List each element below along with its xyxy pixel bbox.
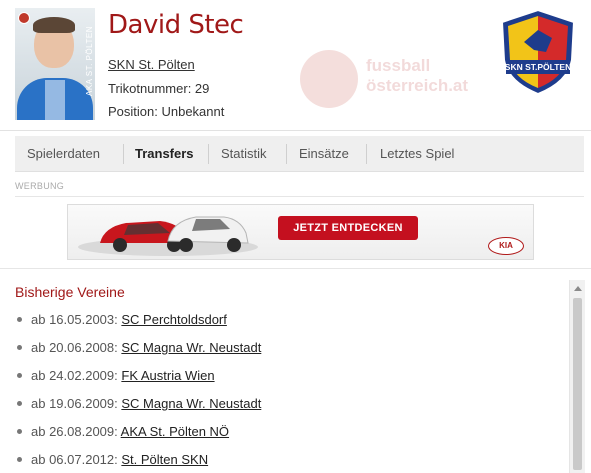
transfer-date: ab 26.08.2009: (31, 424, 118, 439)
player-photo: AKA ST. PÖLTEN (15, 8, 95, 120)
transfer-club-link[interactable]: FK Austria Wien (121, 368, 214, 383)
scroll-up-icon[interactable] (574, 286, 582, 291)
section-title-bisherige-vereine: Bisherige Vereine (15, 284, 125, 300)
list-item: ab 20.06.2008: SC Magna Wr. Neustadt (17, 340, 261, 368)
transfer-date: ab 19.06.2009: (31, 396, 118, 411)
tab-einsaetze[interactable]: Einsätze (287, 136, 361, 172)
list-item: ab 19.06.2009: SC Magna Wr. Neustadt (17, 396, 261, 424)
bullet-icon (17, 401, 22, 407)
ad-label: WERBUNG (15, 181, 65, 191)
crest-text: SKN ST.PÖLTEN (505, 62, 571, 72)
list-item: ab 26.08.2009: AKA St. Pölten NÖ (17, 424, 261, 452)
tab-spielerdaten[interactable]: Spielerdaten (15, 136, 112, 172)
list-item: ab 24.02.2009: FK Austria Wien (17, 368, 261, 396)
transfer-club-link[interactable]: AKA St. Pölten NÖ (121, 424, 229, 439)
ad-banner[interactable]: JETZT ENTDECKEN KIA (67, 204, 534, 260)
tab-statistik[interactable]: Statistik (209, 136, 279, 172)
list-item: ab 16.05.2003: SC Perchtoldsdorf (17, 312, 261, 340)
tab-letztes-spiel[interactable]: Letztes Spiel (368, 136, 466, 172)
scrollbar-thumb[interactable] (573, 298, 582, 470)
club-badge-icon (18, 12, 30, 24)
site-watermark-logo: fussball österreich.at (300, 50, 530, 110)
divider (0, 268, 591, 269)
bullet-icon (17, 317, 22, 323)
club-crest-icon: SKN ST.PÖLTEN (500, 8, 576, 96)
transfer-date: ab 06.07.2012: (31, 452, 118, 467)
scrollbar[interactable] (569, 280, 585, 473)
bullet-icon (17, 345, 22, 351)
photo-caption: AKA ST. PÖLTEN (85, 26, 94, 96)
watermark-text: fussball österreich.at (366, 56, 469, 95)
transfer-club-link[interactable]: SC Perchtoldsdorf (121, 312, 227, 327)
kia-logo-icon: KIA (488, 237, 524, 255)
jersey-number: Trikotnummer: 29 (108, 81, 210, 96)
player-tabs: Spielerdaten Transfers Statistik Einsätz… (15, 136, 584, 172)
transfer-club-link[interactable]: SC Magna Wr. Neustadt (121, 396, 261, 411)
transfer-club-link[interactable]: St. Pölten SKN (121, 452, 208, 467)
tab-transfers[interactable]: Transfers (123, 136, 206, 172)
car-image-icon (78, 216, 258, 256)
transfer-date: ab 20.06.2008: (31, 340, 118, 355)
transfer-club-link[interactable]: SC Magna Wr. Neustadt (121, 340, 261, 355)
bullet-icon (17, 429, 22, 435)
bullet-icon (17, 457, 22, 463)
divider (15, 196, 584, 197)
bullet-icon (17, 373, 22, 379)
list-item: ab 06.07.2012: St. Pölten SKN (17, 452, 261, 473)
ad-cta-button[interactable]: JETZT ENTDECKEN (278, 216, 418, 240)
player-header: AKA ST. PÖLTEN David Stec SKN St. Pölten… (0, 0, 591, 131)
transfer-list: ab 16.05.2003: SC Perchtoldsdorf ab 20.0… (17, 312, 261, 473)
transfer-date: ab 24.02.2009: (31, 368, 118, 383)
player-club-link[interactable]: SKN St. Pölten (108, 57, 195, 72)
player-name: David Stec (108, 10, 244, 40)
player-position: Position: Unbekannt (108, 104, 225, 119)
transfer-date: ab 16.05.2003: (31, 312, 118, 327)
